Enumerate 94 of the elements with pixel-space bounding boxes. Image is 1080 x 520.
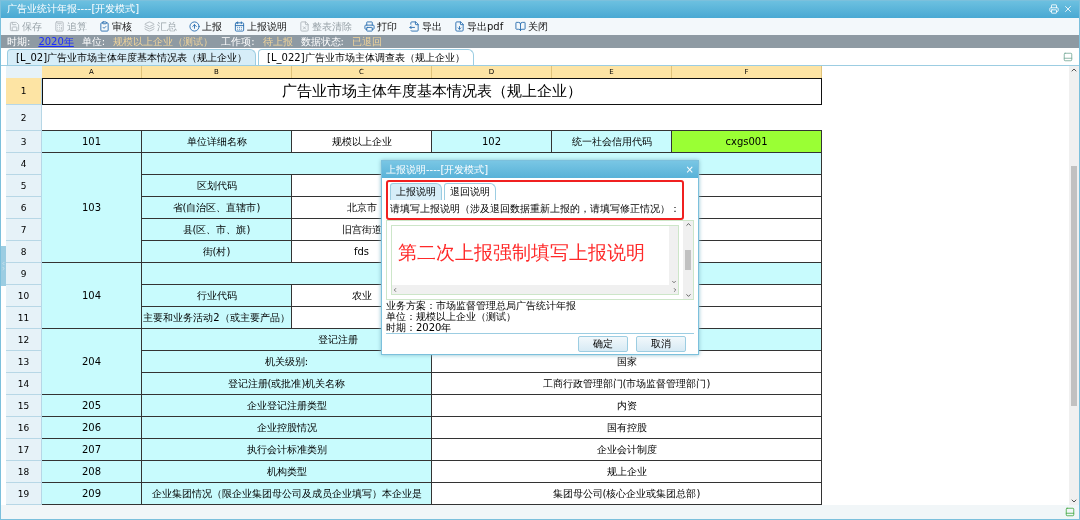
row-header[interactable]: 16: [6, 417, 42, 440]
printer-icon[interactable]: [1049, 4, 1059, 15]
data-state-label: 数据状态:: [300, 35, 344, 49]
toolbar-button[interactable]: 审核: [97, 19, 134, 34]
cancel-button[interactable]: 取消: [636, 336, 686, 353]
code-cell: 103: [42, 153, 142, 264]
book-icon: [515, 21, 527, 33]
value-cell: 内资: [432, 395, 822, 418]
calendar-icon: [234, 21, 245, 33]
label-cell: 执行会计标准类别: [142, 439, 432, 462]
scrollbar[interactable]: [683, 221, 693, 300]
dialog-title: 上报说明----[开发模式]: [386, 162, 489, 177]
document-icon: [299, 21, 310, 33]
row-header[interactable]: 11: [6, 307, 42, 330]
row-header[interactable]: 19: [6, 483, 42, 506]
close-icon[interactable]: [1063, 4, 1073, 15]
dialog-tab[interactable]: 退回说明: [444, 183, 496, 201]
toolbar-button[interactable]: 导出: [407, 19, 444, 34]
row-header[interactable]: 7: [6, 219, 42, 242]
code-cell: 207: [42, 439, 142, 462]
unit-value: 规模以上企业（测试）: [113, 35, 214, 49]
info-line: 单位：规模以上企业（测试）: [386, 311, 517, 323]
value-cell: cxgs001: [672, 131, 822, 154]
value-cell: 规上企业: [432, 461, 822, 484]
row-header[interactable]: 6: [6, 197, 42, 220]
label-cell: 县(区、市、旗): [142, 219, 292, 242]
value-cell: 集团母公司(核心企业或集团总部): [432, 483, 822, 506]
label-cell: 街(村): [142, 241, 292, 264]
sheet-tab[interactable]: [L_022]广告业市场主体调查表（规上企业）: [258, 49, 474, 66]
row-header[interactable]: 14: [6, 373, 42, 396]
row-header[interactable]: 2: [6, 105, 42, 132]
toolbar-button[interactable]: 上报: [187, 19, 224, 34]
label-cell: 企业控股情况: [142, 417, 432, 440]
label-cell: 区划代码: [142, 175, 292, 198]
value-cell: 工商行政管理部门(市场监督管理部门): [432, 373, 822, 396]
row-header[interactable]: 8: [6, 241, 42, 264]
printer-icon: [364, 21, 375, 33]
work-item-value: 待上报: [262, 35, 293, 49]
data-state-value: 已退回: [351, 35, 382, 49]
clipboard-check-icon: [99, 21, 110, 33]
sheet-title: 广告业市场主体年度基本情况表（规上企业）: [42, 78, 822, 106]
side-handle[interactable]: [1, 245, 6, 286]
toolbar-button[interactable]: 上报说明: [232, 19, 289, 34]
code-cell: 206: [42, 417, 142, 440]
dialog-tab[interactable]: 上报说明: [390, 183, 442, 201]
value-cell: 102: [432, 131, 552, 154]
row-header[interactable]: 9: [6, 263, 42, 286]
row-header[interactable]: 18: [6, 461, 42, 484]
row-header[interactable]: 15: [6, 395, 42, 418]
row-header[interactable]: 13: [6, 351, 42, 374]
scrollbar[interactable]: [1069, 66, 1079, 506]
label-cell: 企业集团情况（限企业集团母公司及成员企业填写）本企业是: [142, 483, 432, 506]
value-cell: 国有控股: [432, 417, 822, 440]
calculator-icon: [54, 21, 65, 33]
export-icon: [409, 21, 420, 33]
scrollbar[interactable]: [669, 226, 678, 286]
label-cell: 统一社会信用代码: [552, 131, 672, 154]
sheet-tab[interactable]: [L_02]广告业市场主体年度基本情况表（规上企业）: [7, 49, 257, 66]
period-label: 时期:: [7, 35, 31, 49]
row-header[interactable]: 17: [6, 439, 42, 462]
row-header[interactable]: 10: [6, 285, 42, 308]
label-cell: 企业登记注册类型: [142, 395, 432, 418]
label-cell: 机关级别:: [142, 351, 432, 374]
download-icon: [454, 21, 465, 33]
ok-button[interactable]: 确定: [578, 336, 628, 353]
row-header[interactable]: 4: [6, 153, 42, 176]
code-cell: 208: [42, 461, 142, 484]
note-field[interactable]: 第二次上报强制填写上报说明: [391, 225, 679, 296]
panel-icon[interactable]: [1063, 51, 1073, 62]
code-cell: 209: [42, 483, 142, 506]
label-cell: 机构类型: [142, 461, 432, 484]
row-header[interactable]: 5: [6, 175, 42, 198]
code-cell: 205: [42, 395, 142, 418]
code-cell: 104: [42, 263, 142, 330]
label-cell: 省(自治区、直辖市): [142, 197, 292, 220]
work-item-label: 工作项:: [221, 35, 255, 49]
label-cell: 登记注册(或批准)机关名称: [142, 373, 432, 396]
scrollbar[interactable]: [392, 285, 678, 295]
label-cell: 行业代码: [142, 285, 292, 308]
row-header[interactable]: 12: [6, 329, 42, 352]
unit-label: 单位:: [81, 35, 106, 49]
label-cell: 单位详细名称: [142, 131, 292, 154]
toolbar-button[interactable]: 打印: [362, 19, 399, 34]
value-cell: 企业会计制度: [432, 439, 822, 462]
label-cell: 主要和业务活动2（或主要产品）: [142, 307, 292, 330]
toolbar-button[interactable]: 关闭: [513, 19, 551, 34]
code-cell: 101: [42, 131, 142, 154]
layers-icon: [144, 21, 155, 33]
code-cell: 204: [42, 329, 142, 396]
row-header[interactable]: 3: [6, 131, 42, 154]
window-title: 广告业统计年报----[开发模式]: [7, 2, 141, 17]
value-cell: 规模以上企业: [292, 131, 432, 154]
toolbar-button[interactable]: 导出pdf: [452, 19, 506, 34]
row-header[interactable]: 1: [6, 78, 42, 106]
